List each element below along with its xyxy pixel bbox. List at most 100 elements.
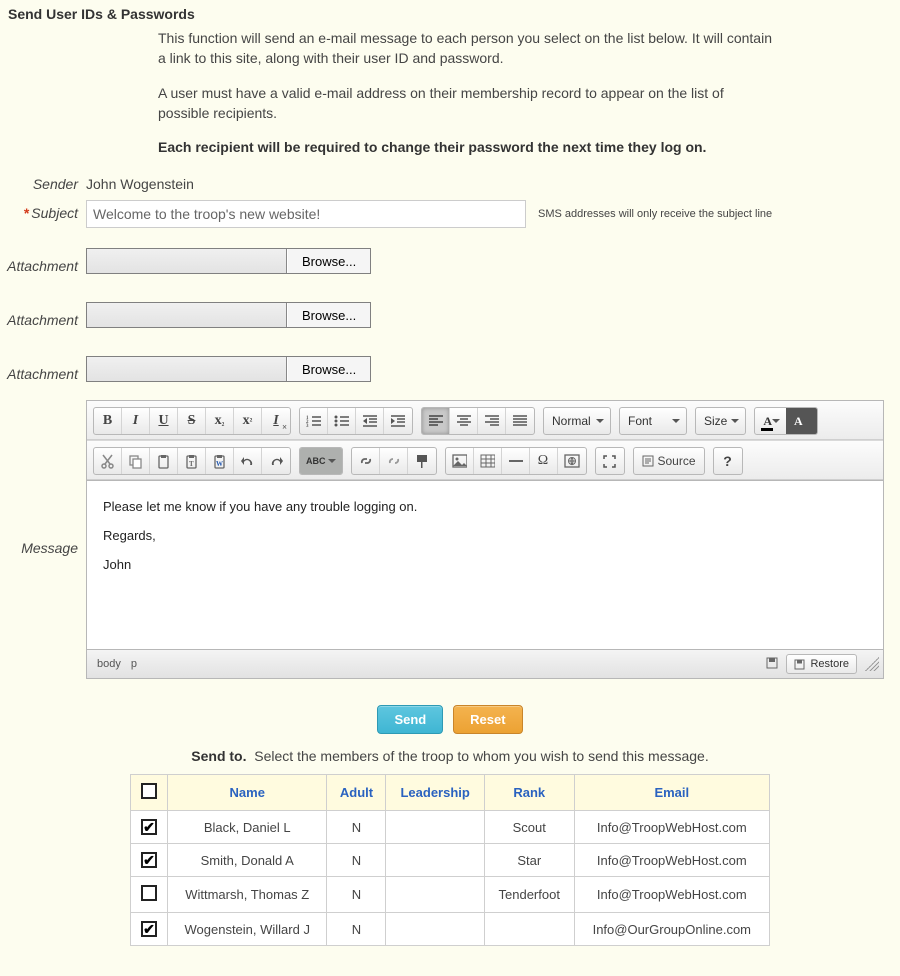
copy-button[interactable] [122,448,150,474]
background-color-button[interactable]: A [786,408,817,434]
numbered-list-button[interactable]: 123 [300,408,328,434]
cell-leadership [386,877,484,913]
text-color-button[interactable]: A [755,408,786,434]
attachment-path-input-1[interactable] [87,249,287,273]
attachment-path-input-3[interactable] [87,357,287,381]
editor-toolbar-row-1: B I U S x₂ x² I× 123 [87,401,883,440]
subscript-button[interactable]: x₂ [206,408,234,434]
italic-button[interactable]: I [122,408,150,434]
table-row: Black, Daniel LNScoutInfo@TroopWebHost.c… [131,811,770,844]
sender-value: John Wogenstein [86,171,194,192]
editor-element-path[interactable]: bodyp [97,658,147,670]
rich-text-editor: B I U S x₂ x² I× 123 [86,400,884,679]
row-checkbox[interactable] [141,921,157,937]
col-email[interactable]: Email [574,775,769,811]
bulleted-list-button[interactable] [328,408,356,434]
source-button[interactable]: Source [634,448,704,474]
special-char-button[interactable]: Ω [530,448,558,474]
iframe-button[interactable] [558,448,586,474]
required-star-icon: * [24,205,29,221]
size-select[interactable]: Size [696,408,745,434]
col-name[interactable]: Name [168,775,327,811]
browse-button-3[interactable]: Browse... [287,357,370,381]
attachment-label-1: Attachment [6,236,86,274]
spellcheck-button[interactable]: ABC [300,448,342,474]
restore-icon [794,659,805,670]
table-row: Wittmarsh, Thomas ZN TenderfootInfo@Troop… [131,877,770,913]
indent-button[interactable] [384,408,412,434]
send-button[interactable]: Send [377,705,443,734]
editor-toolbar-row-2: T W ABC Ω [87,440,883,480]
cell-name: Wittmarsh, Thomas Z [168,877,327,913]
col-rank[interactable]: Rank [484,775,574,811]
row-checkbox[interactable] [141,885,157,901]
editor-content[interactable]: Please let me know if you have any troub… [87,480,883,650]
cell-leadership [386,913,484,946]
members-table: Name Adult Leadership Rank Email Black, … [130,774,770,946]
restore-button[interactable]: Restore [786,654,857,674]
underline-button[interactable]: U [150,408,178,434]
col-leadership[interactable]: Leadership [386,775,484,811]
select-all-checkbox[interactable] [141,783,157,799]
outdent-button[interactable] [356,408,384,434]
intro-paragraph-1: This function will send an e-mail messag… [158,28,778,69]
intro-block: This function will send an e-mail messag… [158,28,778,157]
maximize-button[interactable] [596,448,624,474]
undo-button[interactable] [234,448,262,474]
cell-adult: N [327,913,386,946]
cell-adult: N [327,877,386,913]
redo-button[interactable] [262,448,290,474]
subject-input[interactable] [86,200,526,228]
message-label: Message [6,400,86,556]
editor-line-1: Please let me know if you have any troub… [103,499,867,514]
svg-text:3: 3 [306,424,309,428]
anchor-button[interactable] [408,448,436,474]
attachment-control-2[interactable]: Browse... [86,302,371,328]
svg-text:W: W [216,460,223,468]
horizontal-rule-button[interactable] [502,448,530,474]
format-select[interactable]: Normal [544,408,610,434]
attachment-control-3[interactable]: Browse... [86,356,371,382]
paste-word-button[interactable]: W [206,448,234,474]
attachment-label-2: Attachment [6,290,86,328]
attachment-control-1[interactable]: Browse... [86,248,371,274]
page-title: Send User IDs & Passwords [8,6,894,22]
align-center-button[interactable] [450,408,478,434]
cell-name: Wogenstein, Willard J [168,913,327,946]
intro-paragraph-2: A user must have a valid e-mail address … [158,83,778,124]
bold-button[interactable]: B [94,408,122,434]
col-adult[interactable]: Adult [327,775,386,811]
table-row: Wogenstein, Willard JNInfo@OurGroupOnlin… [131,913,770,946]
cell-name: Black, Daniel L [168,811,327,844]
image-button[interactable] [446,448,474,474]
sender-label: Sender [6,171,86,192]
link-button[interactable] [352,448,380,474]
reset-button[interactable]: Reset [453,705,522,734]
cell-rank: Tenderfoot [484,877,574,913]
cell-adult: N [327,811,386,844]
cut-button[interactable] [94,448,122,474]
font-select[interactable]: Font [620,408,686,434]
resize-handle-icon[interactable] [865,657,879,671]
intro-paragraph-3: Each recipient will be required to chang… [158,137,778,157]
attachment-path-input-2[interactable] [87,303,287,327]
paste-text-button[interactable]: T [178,448,206,474]
strikethrough-button[interactable]: S [178,408,206,434]
cell-email: Info@TroopWebHost.com [574,877,769,913]
align-left-button[interactable] [422,408,450,434]
superscript-button[interactable]: x² [234,408,262,434]
send-to-instructions: Send to. Select the members of the troop… [6,748,894,764]
row-checkbox[interactable] [141,819,157,835]
paste-button[interactable] [150,448,178,474]
unlink-button[interactable] [380,448,408,474]
browse-button-2[interactable]: Browse... [287,303,370,327]
table-button[interactable] [474,448,502,474]
subject-label: *Subject [6,200,86,221]
help-button[interactable]: ? [714,448,742,474]
row-checkbox[interactable] [141,852,157,868]
browse-button-1[interactable]: Browse... [287,249,370,273]
align-right-button[interactable] [478,408,506,434]
cell-email: Info@TroopWebHost.com [574,844,769,877]
remove-format-button[interactable]: I× [262,408,290,434]
align-justify-button[interactable] [506,408,534,434]
